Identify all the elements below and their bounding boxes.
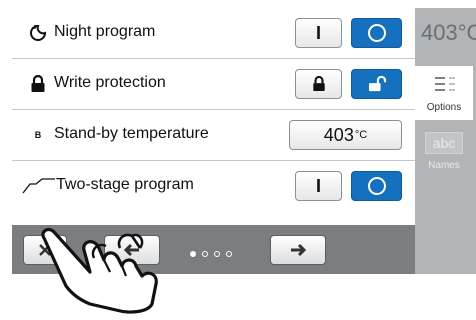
standby-temperature-label: Stand-by temperature: [54, 125, 209, 142]
write-protection-lock-button[interactable]: [295, 69, 342, 99]
row-standby-temperature: B Stand-by temperature 403 °C: [12, 110, 415, 161]
night-program-off-button[interactable]: [351, 18, 402, 48]
two-stage-icon: [22, 174, 56, 198]
arrow-right-icon: [291, 243, 307, 257]
night-program-label: Night program: [54, 23, 156, 40]
row-night-program: Night program I: [12, 8, 415, 59]
b-icon-text: B: [34, 130, 42, 140]
off-ring-icon: [367, 177, 386, 195]
write-protection-unlock-button[interactable]: [351, 69, 402, 99]
settings-panel: Night program I Write protection B Stand…: [12, 8, 415, 225]
page-indicator: [190, 251, 232, 257]
two-stage-off-button[interactable]: [351, 171, 402, 201]
page-dot: [202, 251, 208, 257]
two-stage-program-label: Two-stage program: [56, 176, 194, 193]
tab-options-label: Options: [426, 102, 462, 113]
standby-temperature-value: 403: [323, 124, 354, 145]
page-dot-active: [190, 251, 196, 257]
page-dot: [214, 251, 220, 257]
current-temperature: 403°C: [421, 20, 476, 45]
tab-names-label: Names: [428, 160, 460, 171]
b-icon: B: [26, 123, 50, 147]
off-ring-icon: [367, 24, 386, 42]
standby-temperature-field[interactable]: 403 °C: [289, 120, 402, 150]
row-two-stage-program: Two-stage program I: [12, 161, 415, 211]
right-sidebar: 403°C Options abc Names: [415, 8, 476, 274]
lock-closed-icon: [312, 76, 325, 91]
next-button[interactable]: [270, 235, 326, 265]
options-icon: [435, 77, 455, 91]
standby-temperature-unit: °C: [354, 129, 368, 141]
two-stage-on-button[interactable]: I: [295, 171, 342, 201]
tab-names[interactable]: abc Names: [415, 126, 473, 180]
abc-icon: abc: [425, 132, 463, 154]
lock-icon: [26, 72, 50, 96]
night-icon: [26, 21, 50, 45]
write-protection-label: Write protection: [54, 74, 166, 91]
page-dot: [226, 251, 232, 257]
tapping-hand-icon: [41, 227, 158, 314]
row-write-protection: Write protection: [12, 59, 415, 110]
night-program-on-button[interactable]: I: [295, 18, 342, 48]
tab-options[interactable]: Options: [415, 66, 473, 120]
lock-open-icon: [368, 76, 386, 92]
